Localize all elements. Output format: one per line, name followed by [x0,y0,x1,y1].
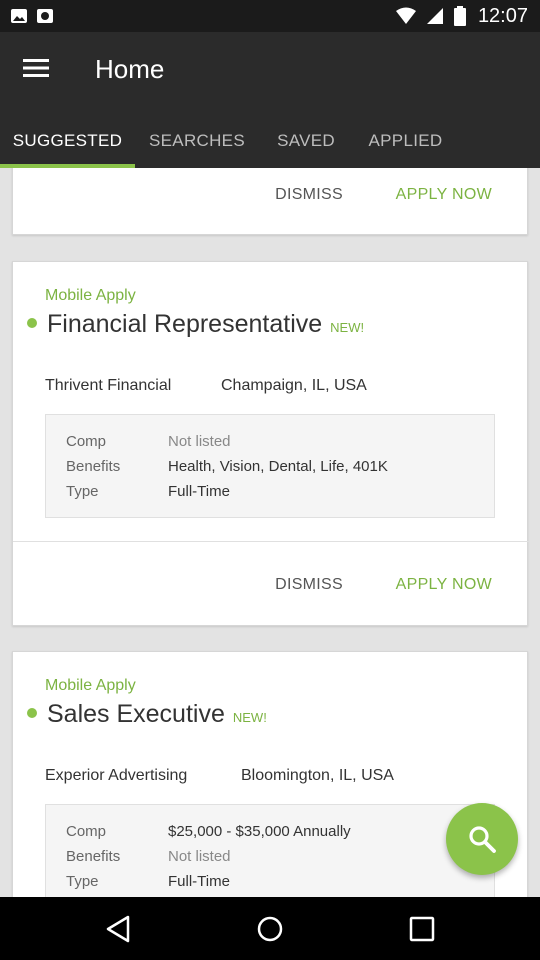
new-badge: NEW! [232,710,267,725]
home-icon [257,916,283,941]
benefits-label: Benefits [66,848,121,865]
comp-label: Comp [66,433,107,450]
benefits-value: Health, Vision, Dental, Life, 401K [168,458,388,475]
comp-value: Not listed [168,433,231,450]
type-label: Type [66,483,99,500]
dismiss-button[interactable]: DISMISS [275,168,343,230]
dismiss-button[interactable]: DISMISS [275,550,343,620]
job-title-row: Sales Executive NEW! [27,700,267,729]
card-actions: DISMISS APPLY NOW [13,168,529,230]
back-button[interactable] [78,897,158,960]
type-label: Type [66,873,99,890]
type-value: Full-Time [168,483,230,500]
page-title: Home [95,54,165,84]
comp-label: Comp [66,823,107,840]
status-dot-icon [27,318,37,328]
mobile-apply-label: Mobile Apply [45,677,136,694]
tab-bar: SUGGESTED SEARCHES SAVED APPLIED [0,114,540,168]
type-value: Full-Time [168,873,230,890]
tab-searches[interactable]: SEARCHES [135,114,259,168]
hamburger-menu-icon [23,59,49,77]
wifi-icon [395,7,416,24]
image-notification-icon [11,9,27,23]
search-fab-button[interactable] [446,803,518,875]
recents-button[interactable] [382,897,462,960]
recents-icon [409,916,435,941]
apply-now-button[interactable]: APPLY NOW [396,550,492,620]
menu-button[interactable] [12,50,60,86]
divider [13,541,529,542]
job-list[interactable]: DISMISS APPLY NOW Mobile Apply Financial… [0,168,540,897]
tab-saved[interactable]: SAVED [259,114,353,168]
job-card[interactable]: Mobile Apply Sales Executive NEW! Experi… [12,651,528,897]
job-location: Bloomington, IL, USA [241,767,394,784]
mobile-apply-label: Mobile Apply [45,287,136,304]
benefits-label: Benefits [66,458,121,475]
job-title[interactable]: Financial Representative [47,310,322,339]
job-title-row: Financial Representative NEW! [27,310,364,339]
photo-notification-icon [37,9,53,23]
card-actions: DISMISS APPLY NOW [13,550,529,620]
status-bar: 12:07 [0,0,540,32]
job-title[interactable]: Sales Executive [47,700,225,729]
job-location: Champaign, IL, USA [221,377,367,394]
new-badge: NEW! [330,320,365,335]
signal-icon [426,8,443,24]
job-card[interactable]: Mobile Apply Financial Representative NE… [12,261,529,626]
tab-applied[interactable]: APPLIED [353,114,458,168]
apply-now-button[interactable]: APPLY NOW [396,168,492,230]
company-name: Experior Advertising [45,767,188,784]
app-bar: Home SUGGESTED SEARCHES SAVED APPLIED [0,32,540,168]
home-button[interactable] [230,897,310,960]
company-name: Thrivent Financial [45,377,172,394]
battery-icon [453,6,466,26]
job-details-box: Comp $25,000 - $35,000 Annually Benefits… [45,804,495,897]
system-nav-bar [0,897,540,960]
tab-suggested[interactable]: SUGGESTED [0,114,135,168]
benefits-value: Not listed [168,848,231,865]
search-icon [469,826,496,853]
job-details-box: Comp Not listed Benefits Health, Vision,… [45,414,495,518]
job-card: DISMISS APPLY NOW [12,168,528,235]
status-time: 12:07 [477,5,528,27]
comp-value: $25,000 - $35,000 Annually [168,823,351,840]
back-icon [106,915,130,942]
notification-icons [10,7,54,25]
status-dot-icon [27,708,37,718]
